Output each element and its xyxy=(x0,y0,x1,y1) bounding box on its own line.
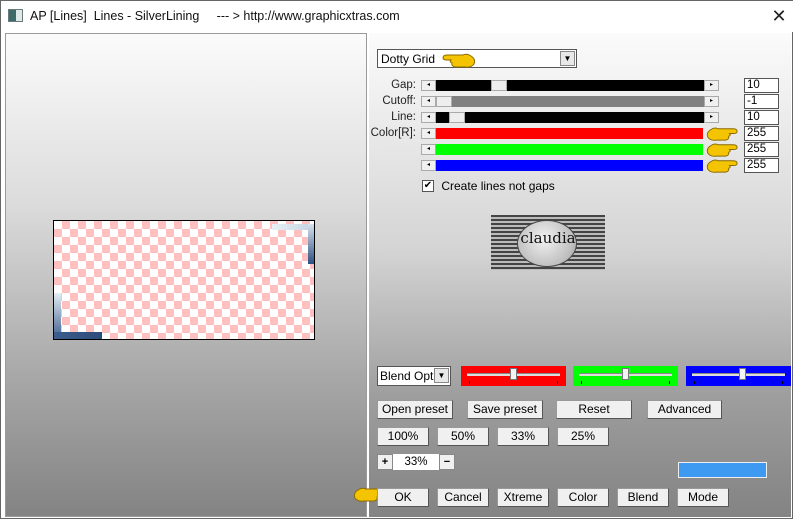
tick-mark xyxy=(669,381,670,384)
slider-track-color-r[interactable] xyxy=(436,128,703,139)
value-field-cutoff[interactable]: -1 xyxy=(744,94,779,109)
save-preset-button[interactable]: Save preset xyxy=(467,400,543,419)
scroll-right-arrow-icon[interactable]: ▸ xyxy=(704,112,719,123)
pointing-hand-icon xyxy=(442,53,476,68)
slider-row-color-b: ◂ 255 xyxy=(369,158,792,173)
slider-label: Color[R]: xyxy=(370,127,416,139)
slider-label: Line: xyxy=(391,111,416,123)
scroll-left-arrow-icon[interactable]: ◂ xyxy=(421,80,436,91)
chevron-down-icon[interactable]: ▼ xyxy=(560,51,575,66)
create-lines-checkbox-row[interactable]: ✔ Create lines not gaps xyxy=(422,178,555,193)
color-swatch[interactable] xyxy=(678,462,767,478)
tick-mark xyxy=(782,381,783,384)
blend-slider-blue[interactable] xyxy=(686,366,791,386)
value-field-color-b[interactable]: 255 xyxy=(744,158,779,173)
preview-image[interactable] xyxy=(53,220,315,340)
blend-slider-red[interactable] xyxy=(461,366,566,386)
tick-mark xyxy=(469,381,470,384)
zoom-25-button[interactable]: 25% xyxy=(557,427,609,446)
slider-knob[interactable] xyxy=(510,368,517,380)
create-lines-checkbox[interactable]: ✔ xyxy=(422,179,434,192)
color-button[interactable]: Color xyxy=(557,488,609,507)
zoom-in-button[interactable]: + xyxy=(377,454,393,470)
preview-pane xyxy=(5,33,367,517)
slider-row-line: Line: ◂ ▸ 10 xyxy=(369,110,792,125)
xtreme-button[interactable]: Xtreme xyxy=(497,488,549,507)
zoom-50-button[interactable]: 50% xyxy=(437,427,489,446)
preset-dropdown[interactable]: Dotty Grid ▼ xyxy=(377,49,577,68)
blend-button[interactable]: Blend xyxy=(617,488,669,507)
slider-row-color-g: ◂ 255 xyxy=(369,142,792,157)
slider-track-cutoff[interactable] xyxy=(436,96,704,107)
blend-options-value: Blend Optio xyxy=(380,369,434,383)
slider-knob[interactable] xyxy=(622,368,629,380)
tick-mark xyxy=(581,381,582,384)
tick-mark xyxy=(557,381,558,384)
zoom-33-button[interactable]: 33% xyxy=(497,427,549,446)
scroll-left-arrow-icon[interactable]: ◂ xyxy=(421,128,436,139)
chevron-down-icon[interactable]: ▼ xyxy=(434,368,449,383)
create-lines-label: Create lines not gaps xyxy=(441,178,555,193)
frame-corner-bottom-left xyxy=(54,289,104,339)
open-preset-button[interactable]: Open preset xyxy=(377,400,453,419)
window-title: AP [Lines] Lines - SilverLining --- > ht… xyxy=(30,9,400,23)
advanced-button[interactable]: Advanced xyxy=(647,400,722,419)
tick-mark xyxy=(694,381,695,384)
slider-label: Cutoff: xyxy=(382,95,416,107)
dialog-body: Dotty Grid ▼ Gap: ◂ ▸ 10 Cutoff: ◂ ▸ -1 Line: ◂ ▸ 1… xyxy=(4,32,791,517)
slider-row-cutoff: Cutoff: ◂ ▸ -1 xyxy=(369,94,792,109)
logo-text: claudia xyxy=(520,229,576,247)
slider-label: Gap: xyxy=(391,79,416,91)
slider-track-gap[interactable] xyxy=(436,80,704,91)
zoom-value: 33% xyxy=(393,454,439,470)
slider-row-gap: Gap: ◂ ▸ 10 xyxy=(369,78,792,93)
slider-thumb[interactable] xyxy=(491,80,507,91)
blend-slider-green[interactable] xyxy=(573,366,678,386)
claudia-logo: claudia xyxy=(491,215,605,270)
pointing-hand-icon xyxy=(706,159,738,173)
slider-thumb[interactable] xyxy=(436,96,452,107)
value-field-color-r[interactable]: 255 xyxy=(744,126,779,141)
value-field-gap[interactable]: 10 xyxy=(744,78,779,93)
slider-track-color-g[interactable] xyxy=(436,144,703,155)
zoom-100-button[interactable]: 100% xyxy=(377,427,429,446)
zoom-out-button[interactable]: − xyxy=(439,454,455,470)
frame-corner-top-right xyxy=(272,221,314,264)
app-icon xyxy=(8,9,23,22)
slider-track-color-b[interactable] xyxy=(436,160,703,171)
reset-button[interactable]: Reset xyxy=(556,400,632,419)
slider-row-color-r: Color[R]: ◂ 255 xyxy=(369,126,792,141)
slider-thumb[interactable] xyxy=(449,112,465,123)
cancel-button[interactable]: Cancel xyxy=(437,488,489,507)
scroll-left-arrow-icon[interactable]: ◂ xyxy=(421,96,436,107)
scroll-left-arrow-icon[interactable]: ◂ xyxy=(421,144,436,155)
scroll-left-arrow-icon[interactable]: ◂ xyxy=(421,160,436,171)
blend-options-dropdown[interactable]: Blend Optio ▼ xyxy=(377,366,451,386)
controls-pane: Dotty Grid ▼ Gap: ◂ ▸ 10 Cutoff: ◂ ▸ -1 Line: ◂ ▸ 1… xyxy=(353,33,792,517)
value-field-line[interactable]: 10 xyxy=(744,110,779,125)
slider-knob[interactable] xyxy=(739,368,746,380)
scroll-left-arrow-icon[interactable]: ◂ xyxy=(421,112,436,123)
value-field-color-g[interactable]: 255 xyxy=(744,142,779,157)
mode-button[interactable]: Mode xyxy=(677,488,729,507)
ok-button[interactable]: OK xyxy=(377,488,429,507)
title-bar: AP [Lines] Lines - SilverLining --- > ht… xyxy=(1,1,793,32)
slider-track-line[interactable] xyxy=(436,112,704,123)
scroll-right-arrow-icon[interactable]: ▸ xyxy=(704,96,719,107)
close-button[interactable]: ✕ xyxy=(767,5,791,27)
preset-value: Dotty Grid xyxy=(381,52,436,66)
scroll-right-arrow-icon[interactable]: ▸ xyxy=(704,80,719,91)
plugin-dialog: AP [Lines] Lines - SilverLining --- > ht… xyxy=(0,0,793,519)
